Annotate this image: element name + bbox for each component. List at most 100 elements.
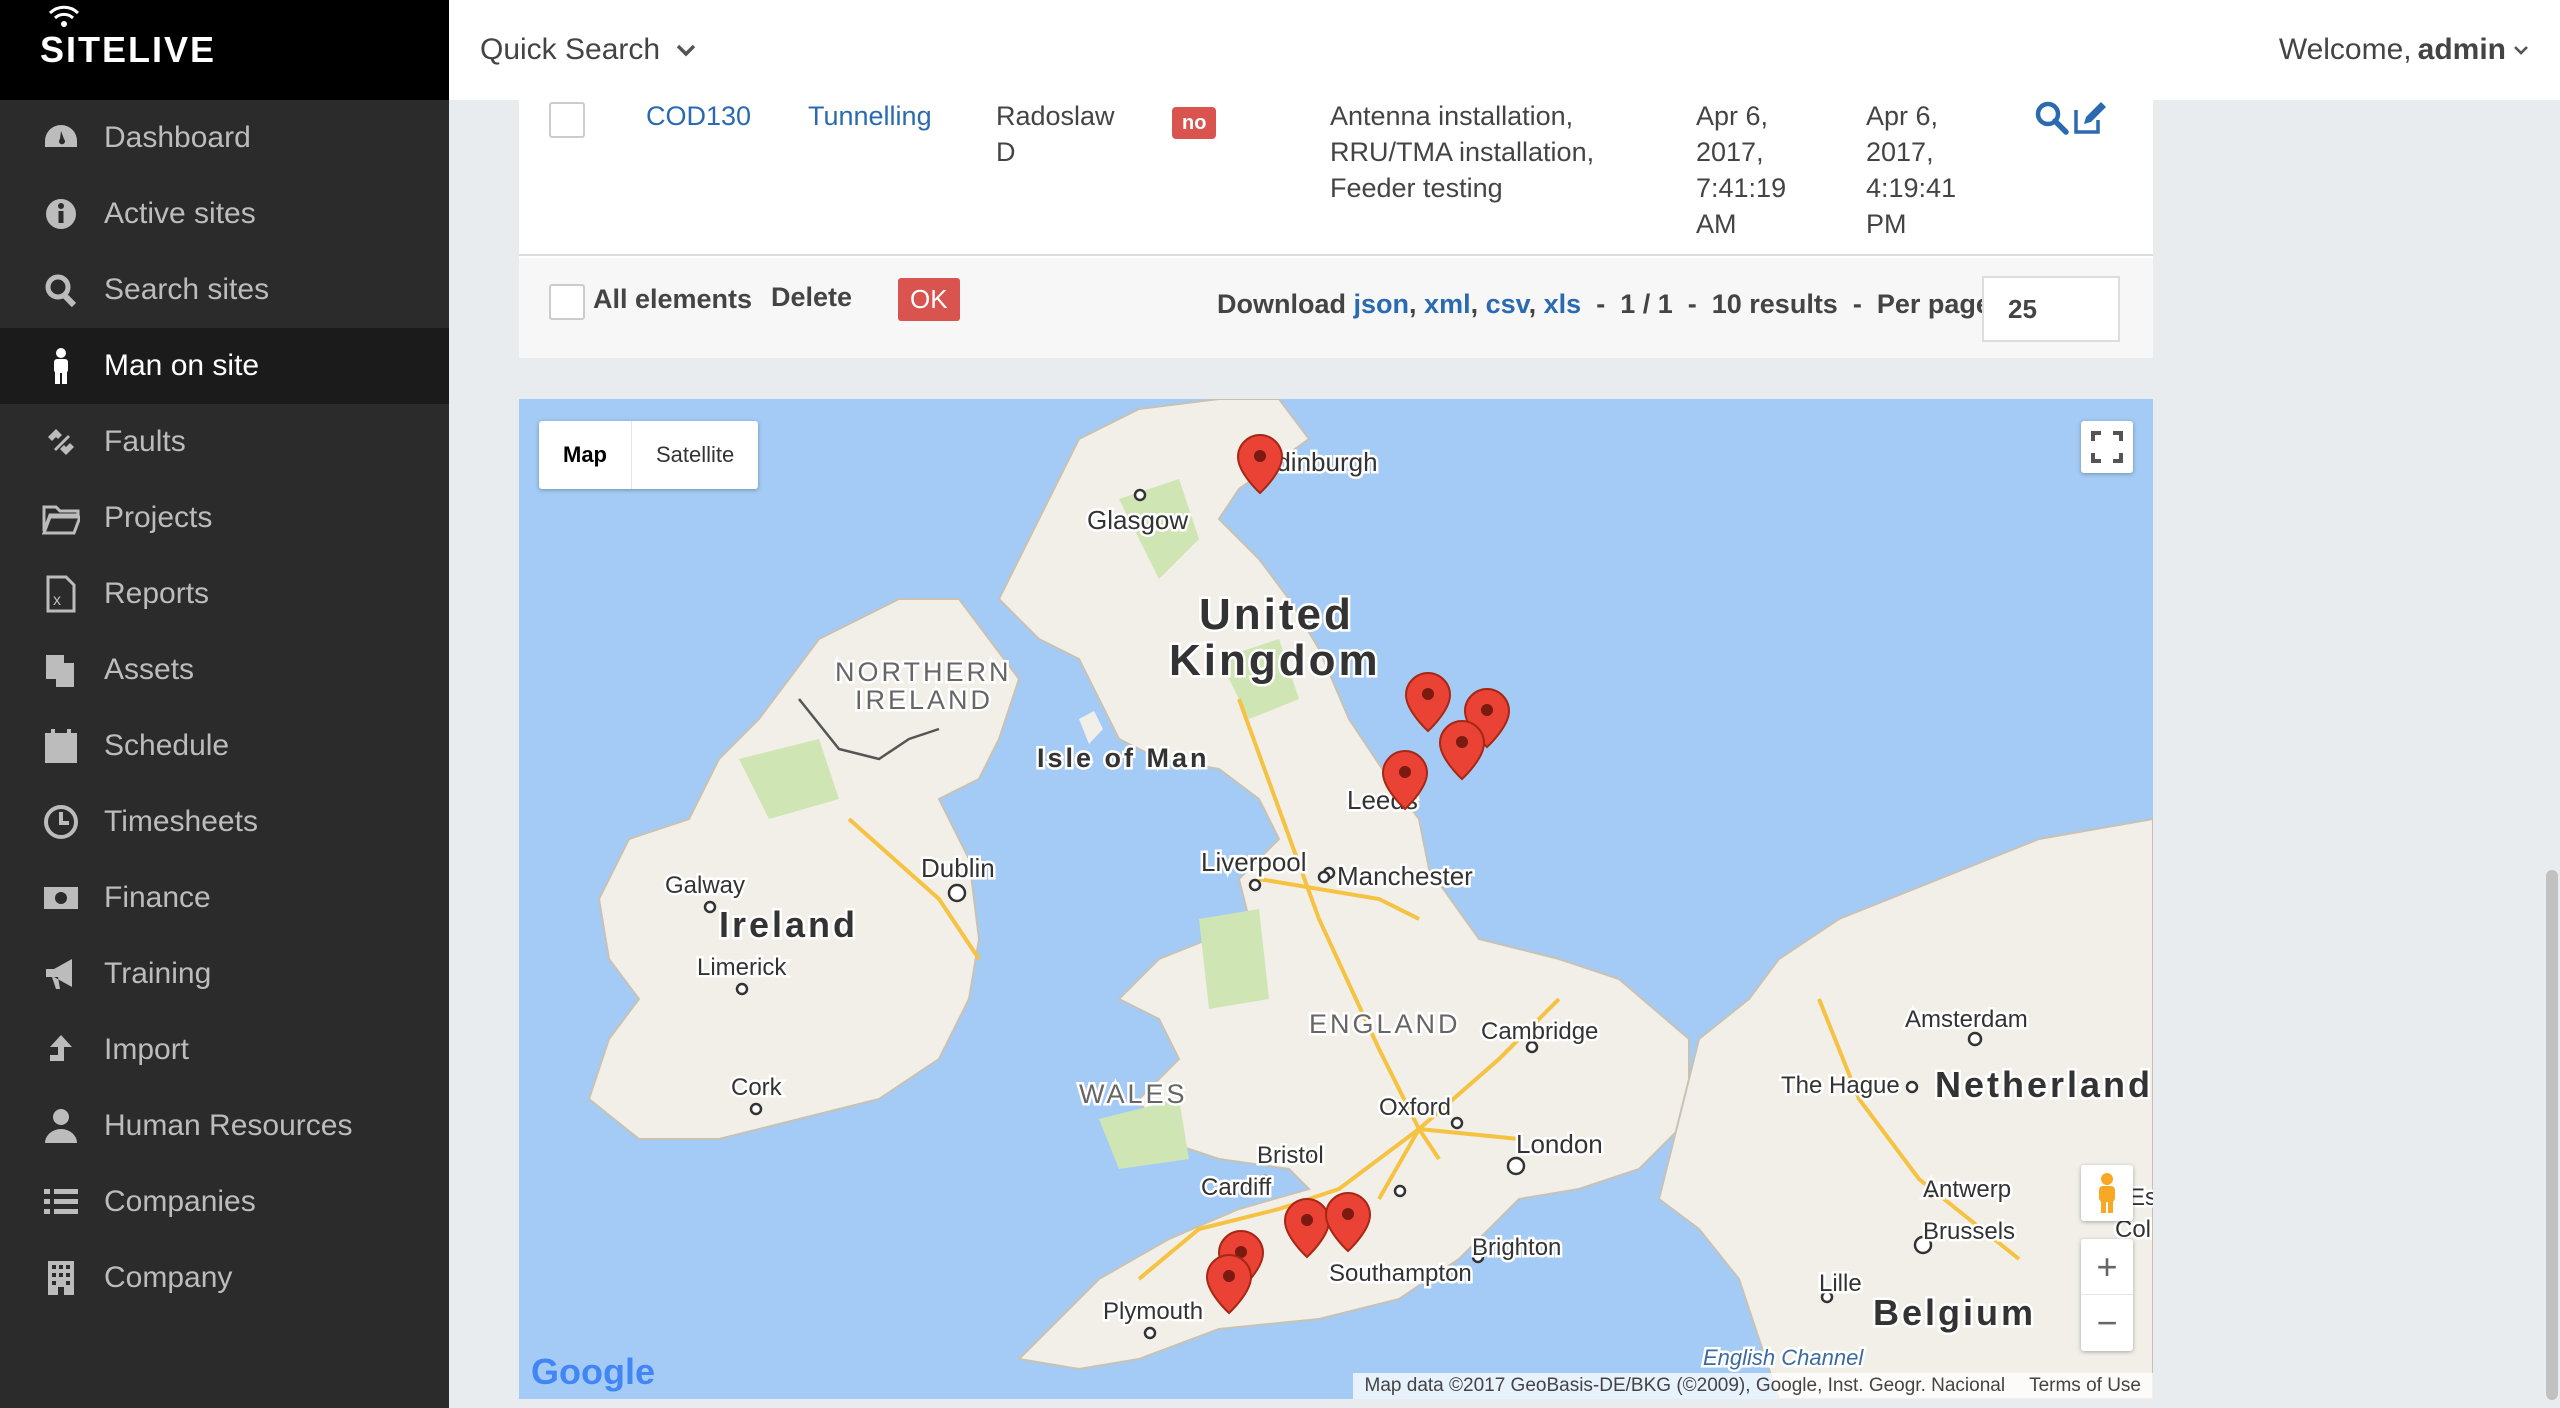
- sidebar-item-faults[interactable]: Faults: [0, 404, 449, 480]
- map-label-cambridge: Cambridge: [1481, 1018, 1598, 1045]
- sidebar-item-human-resources[interactable]: Human Resources: [0, 1088, 449, 1164]
- site-code-link[interactable]: COD130: [646, 98, 751, 134]
- person-name: Radoslaw D: [996, 98, 1115, 170]
- map-canvas[interactable]: Edinburgh Glasgow Leeds Liverpool Manche…: [519, 399, 2153, 1399]
- edit-icon[interactable]: [2072, 100, 2108, 136]
- map-label-limerick: Limerick: [697, 954, 787, 981]
- map-data-text: Map data ©2017 GeoBasis-DE/BKG (©2009), …: [1364, 1375, 2006, 1396]
- sidebar: SITELIVE Dashboard Active sites Search sit…: [0, 0, 449, 1408]
- chevron-down-icon: [676, 44, 696, 57]
- excel-file-icon: x: [40, 573, 82, 615]
- sidebar-item-label: Reports: [104, 577, 210, 610]
- sidebar-item-label: Timesheets: [104, 805, 258, 838]
- zoom-out-button[interactable]: −: [2081, 1295, 2133, 1351]
- sidebar-item-finance[interactable]: Finance: [0, 860, 449, 936]
- page-indicator: 1 / 1: [1620, 289, 1673, 319]
- dashboard-icon: [40, 117, 82, 159]
- sidebar-item-search-sites[interactable]: Search sites: [0, 252, 449, 328]
- pegman-icon: [2099, 1173, 2115, 1213]
- activities: Antenna installation, RRU/TMA installati…: [1330, 98, 1594, 206]
- table-row: COD130 Tunnelling Radoslaw D no Antenna …: [519, 100, 2153, 256]
- view-icon[interactable]: [2034, 100, 2070, 136]
- per-page-input[interactable]: 25: [1982, 276, 2120, 342]
- chevron-down-icon: [2514, 46, 2528, 55]
- map-label-uk-1: United: [1199, 590, 1354, 639]
- sidebar-item-label: Training: [104, 957, 212, 990]
- sidebar-item-timesheets[interactable]: Timesheets: [0, 784, 449, 860]
- select-all-checkbox[interactable]: [549, 284, 585, 320]
- google-logo[interactable]: Google: [531, 1351, 655, 1393]
- sidebar-item-companies[interactable]: Companies: [0, 1164, 449, 1240]
- sidebar-item-schedule[interactable]: Schedule: [0, 708, 449, 784]
- map-label-manchester: Manchester: [1337, 861, 1473, 891]
- sidebar-item-import[interactable]: Import: [0, 1012, 449, 1088]
- map-label-netherlands: Netherland: [1935, 1064, 2153, 1105]
- status-badge: no: [1172, 107, 1217, 139]
- all-elements-label: All elements: [593, 284, 753, 314]
- sidebar-item-label: Company: [104, 1261, 233, 1294]
- download-csv-link[interactable]: csv: [1486, 289, 1529, 319]
- sidebar-item-training[interactable]: Training: [0, 936, 449, 1012]
- results-table: COD130 Tunnelling Radoslaw D no Antenna …: [519, 100, 2153, 358]
- app-name: SITELIVE: [40, 29, 217, 70]
- zoom-control: + −: [2081, 1239, 2133, 1351]
- map[interactable]: Edinburgh Glasgow Leeds Liverpool Manche…: [519, 399, 2153, 1399]
- map-label-channel: English Channel: [1703, 1345, 1864, 1370]
- map-marker-pin[interactable]: [1404, 671, 1452, 733]
- ok-button[interactable]: OK: [898, 278, 960, 321]
- page-scrollbar[interactable]: [2546, 870, 2558, 1400]
- terms-link[interactable]: Terms of Use: [2029, 1375, 2141, 1397]
- fullscreen-button[interactable]: [2081, 421, 2133, 473]
- quick-search-dropdown[interactable]: Quick Search: [480, 33, 698, 67]
- map-label-galway: Galway: [665, 872, 745, 899]
- sidebar-item-label: Search sites: [104, 273, 270, 306]
- zoom-in-button[interactable]: +: [2081, 1239, 2133, 1295]
- username: admin: [2417, 33, 2506, 66]
- building-icon: [40, 1257, 82, 1299]
- sidebar-item-man-on-site[interactable]: Man on site: [0, 328, 449, 404]
- sidebar-item-label: Man on site: [104, 349, 260, 382]
- calendar-icon: [40, 725, 82, 767]
- sidebar-item-dashboard[interactable]: Dashboard: [0, 100, 449, 176]
- welcome-text: Welcome,: [2278, 33, 2412, 66]
- activity-line: Feeder testing: [1330, 173, 1503, 203]
- end-date: Apr 6, 2017, 4:19:41 PM: [1866, 98, 1956, 242]
- results-count: 10 results: [1711, 289, 1838, 319]
- sidebar-item-company[interactable]: Company: [0, 1240, 449, 1316]
- map-marker-pin[interactable]: [1438, 719, 1486, 781]
- copy-icon: [40, 649, 82, 691]
- sidebar-item-assets[interactable]: Assets: [0, 632, 449, 708]
- sidebar-item-label: Human Resources: [104, 1109, 353, 1142]
- sidebar-item-label: Assets: [104, 653, 195, 686]
- sidebar-item-label: Faults: [104, 425, 186, 458]
- activity-line: Antenna installation,: [1330, 101, 1574, 131]
- download-xls-link[interactable]: xls: [1544, 289, 1582, 319]
- sidebar-item-projects[interactable]: Projects: [0, 480, 449, 556]
- quick-search-label: Quick Search: [480, 33, 661, 66]
- sidebar-item-label: Projects: [104, 501, 213, 534]
- fullscreen-icon: [2091, 431, 2123, 463]
- map-type-satellite-button[interactable]: Satellite: [632, 421, 758, 489]
- delete-label: Delete: [771, 282, 853, 312]
- map-label-brussels: Brussels: [1923, 1218, 2015, 1245]
- download-json-link[interactable]: json: [1354, 289, 1410, 319]
- person-initial: D: [996, 137, 1016, 167]
- user-menu[interactable]: Welcome, admin: [2279, 33, 2530, 67]
- clock-icon: [40, 801, 82, 843]
- sidebar-item-active-sites[interactable]: Active sites: [0, 176, 449, 252]
- map-label-england: ENGLAND: [1309, 1009, 1461, 1039]
- app-logo[interactable]: SITELIVE: [0, 0, 449, 100]
- end-date-line: PM: [1866, 209, 1907, 239]
- street-view-pegman[interactable]: [2081, 1165, 2133, 1221]
- download-xml-link[interactable]: xml: [1424, 289, 1471, 319]
- megaphone-icon: [40, 953, 82, 995]
- project-link[interactable]: Tunnelling: [808, 98, 932, 134]
- map-type-map-button[interactable]: Map: [539, 421, 632, 489]
- list-icon: [40, 1181, 82, 1223]
- row-checkbox[interactable]: [549, 102, 585, 138]
- folder-icon: [40, 497, 82, 539]
- sidebar-item-reports[interactable]: x Reports: [0, 556, 449, 632]
- person-icon: [40, 345, 82, 387]
- map-label-wales: WALES: [1079, 1079, 1188, 1109]
- map-label-dublin: Dublin: [921, 853, 995, 883]
